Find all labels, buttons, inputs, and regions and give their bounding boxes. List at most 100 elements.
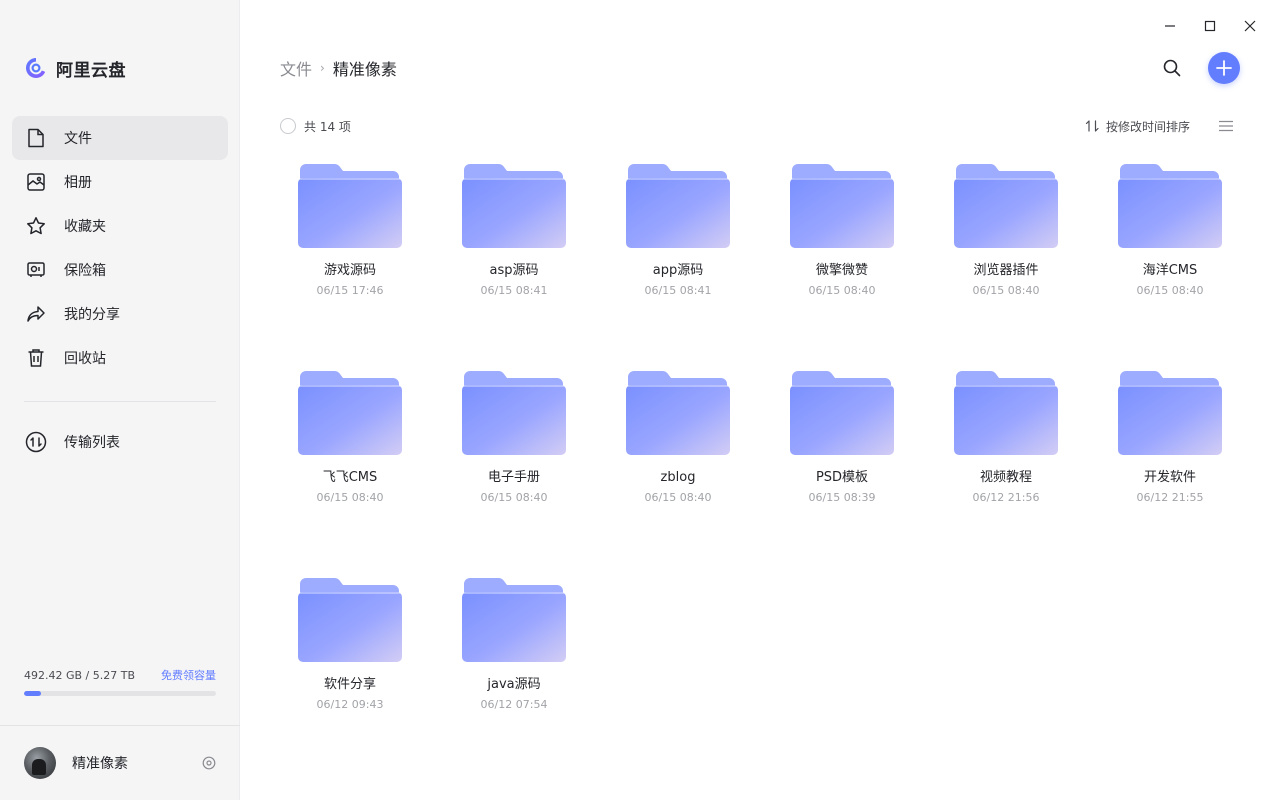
select-all-checkbox[interactable]: 共 14 项 <box>280 118 351 134</box>
folder-item[interactable]: asp源码 06/15 08:41 <box>432 152 596 359</box>
folder-icon <box>462 371 566 455</box>
settings-icon[interactable] <box>202 756 216 770</box>
sidebar-item-label: 传输列表 <box>64 435 120 451</box>
storage-panel: 492.42 GB / 5.27 TB 免费领容量 <box>24 667 216 696</box>
file-name: 浏览器插件 <box>973 263 1039 278</box>
sidebar-item-files[interactable]: 文件 <box>12 116 228 160</box>
breadcrumb-current: 精准像素 <box>332 60 397 79</box>
sidebar-item-label: 文件 <box>64 131 92 147</box>
sort-icon <box>1085 120 1099 132</box>
file-date: 06/12 09:43 <box>316 698 384 711</box>
search-icon <box>1163 59 1181 77</box>
folder-icon <box>626 164 730 248</box>
file-date: 06/15 08:40 <box>480 491 548 504</box>
maximize-icon <box>1204 20 1216 32</box>
folder-icon <box>462 164 566 248</box>
sidebar-item-photos[interactable]: 相册 <box>12 160 228 204</box>
sidebar-item-label: 保险箱 <box>64 263 106 279</box>
sidebar-secondary-nav: 传输列表 <box>12 420 228 464</box>
folder-icon <box>1118 371 1222 455</box>
breadcrumb-root[interactable]: 文件 <box>280 56 312 80</box>
folder-item[interactable]: 海洋CMS 06/15 08:40 <box>1088 152 1252 359</box>
share-icon <box>25 303 47 325</box>
safe-icon <box>25 259 47 281</box>
file-date: 06/15 08:40 <box>644 491 712 504</box>
folder-item[interactable]: 开发软件 06/12 21:55 <box>1088 359 1252 566</box>
file-name: 电子手册 <box>487 470 540 485</box>
folder-icon <box>954 164 1058 248</box>
folder-item[interactable]: 浏览器插件 06/15 08:40 <box>924 152 1088 359</box>
folder-item[interactable]: zblog 06/15 08:40 <box>596 359 760 566</box>
maximize-button[interactable] <box>1200 16 1220 36</box>
plus-icon <box>1216 60 1232 76</box>
file-date: 06/15 08:41 <box>644 284 712 297</box>
breadcrumb: 文件 › 精准像素 <box>280 57 397 79</box>
file-grid: 游戏源码 06/15 17:46 asp源码 06/15 08:41 app源码… <box>268 152 1252 773</box>
user-name: 精准像素 <box>72 756 128 772</box>
sidebar-divider <box>24 401 216 402</box>
brand[interactable]: 阿里云盘 <box>24 54 126 82</box>
folder-item[interactable]: java源码 06/12 07:54 <box>432 566 596 773</box>
folder-item[interactable]: PSD模板 06/15 08:39 <box>760 359 924 566</box>
sidebar-item-transfers[interactable]: 传输列表 <box>12 420 228 464</box>
folder-icon <box>954 371 1058 455</box>
folder-icon <box>298 371 402 455</box>
folder-icon <box>1118 164 1222 248</box>
close-button[interactable] <box>1240 16 1260 36</box>
add-button[interactable] <box>1208 52 1240 84</box>
trash-icon <box>25 347 47 369</box>
sidebar-item-my-shares[interactable]: 我的分享 <box>12 292 228 336</box>
file-date: 06/12 21:56 <box>972 491 1040 504</box>
select-circle[interactable] <box>280 118 296 134</box>
folder-item[interactable]: 飞飞CMS 06/15 08:40 <box>268 359 432 566</box>
sidebar-item-label: 回收站 <box>64 351 106 367</box>
star-icon <box>25 215 47 237</box>
file-name: 游戏源码 <box>323 263 376 278</box>
file-name: zblog <box>660 470 696 485</box>
folder-icon <box>462 578 566 662</box>
file-name: 海洋CMS <box>1142 263 1198 278</box>
file-name: 视频教程 <box>979 470 1032 485</box>
file-name: 软件分享 <box>323 677 376 692</box>
sidebar-item-label: 相册 <box>64 175 92 191</box>
file-date: 06/12 07:54 <box>480 698 548 711</box>
storage-progress-fill <box>24 691 42 696</box>
aliyun-drive-logo-icon <box>25 57 46 78</box>
folder-item[interactable]: app源码 06/15 08:41 <box>596 152 760 359</box>
sidebar-item-recycle-bin[interactable]: 回收站 <box>12 336 228 380</box>
sort-button[interactable]: 按修改时间排序 <box>1085 118 1190 134</box>
file-date: 06/15 08:39 <box>808 491 876 504</box>
avatar[interactable] <box>24 747 56 779</box>
file-name: 飞飞CMS <box>322 470 378 485</box>
sidebar-item-label: 收藏夹 <box>64 219 106 235</box>
file-date: 06/15 08:40 <box>316 491 384 504</box>
search-button[interactable] <box>1160 56 1184 80</box>
get-free-storage-link[interactable]: 免费领容量 <box>161 667 216 683</box>
user-profile[interactable]: 精准像素 <box>24 747 216 779</box>
sidebar-item-safe[interactable]: 保险箱 <box>12 248 228 292</box>
sidebar-item-favorites[interactable]: 收藏夹 <box>12 204 228 248</box>
storage-progress-bar <box>24 691 216 696</box>
folder-item[interactable]: 游戏源码 06/15 17:46 <box>268 152 432 359</box>
folder-item[interactable]: 电子手册 06/15 08:40 <box>432 359 596 566</box>
sidebar: 阿里云盘 文件 相册 收藏夹 保险箱 我的分享 回收站 传输列表 492.42 … <box>0 0 240 800</box>
breadcrumb-separator: › <box>320 61 325 75</box>
folder-icon <box>298 578 402 662</box>
user-divider <box>0 725 240 726</box>
folder-item[interactable]: 视频教程 06/12 21:56 <box>924 359 1088 566</box>
minimize-button[interactable] <box>1160 16 1180 36</box>
file-date: 06/15 08:40 <box>1136 284 1204 297</box>
file-date: 06/15 08:40 <box>808 284 876 297</box>
list-view-icon <box>1219 120 1233 132</box>
file-name: asp源码 <box>489 263 539 278</box>
file-icon <box>25 127 47 149</box>
storage-usage-text: 492.42 GB / 5.27 TB <box>24 668 136 682</box>
folder-item[interactable]: 软件分享 06/12 09:43 <box>268 566 432 773</box>
folder-item[interactable]: 微擎微赞 06/15 08:40 <box>760 152 924 359</box>
sidebar-item-label: 我的分享 <box>64 307 120 323</box>
sidebar-nav: 文件 相册 收藏夹 保险箱 我的分享 回收站 <box>12 116 228 380</box>
app-name: 阿里云盘 <box>56 60 126 81</box>
item-count: 共 14 项 <box>304 119 351 134</box>
view-mode-button[interactable] <box>1217 118 1235 134</box>
file-date: 06/15 08:40 <box>972 284 1040 297</box>
